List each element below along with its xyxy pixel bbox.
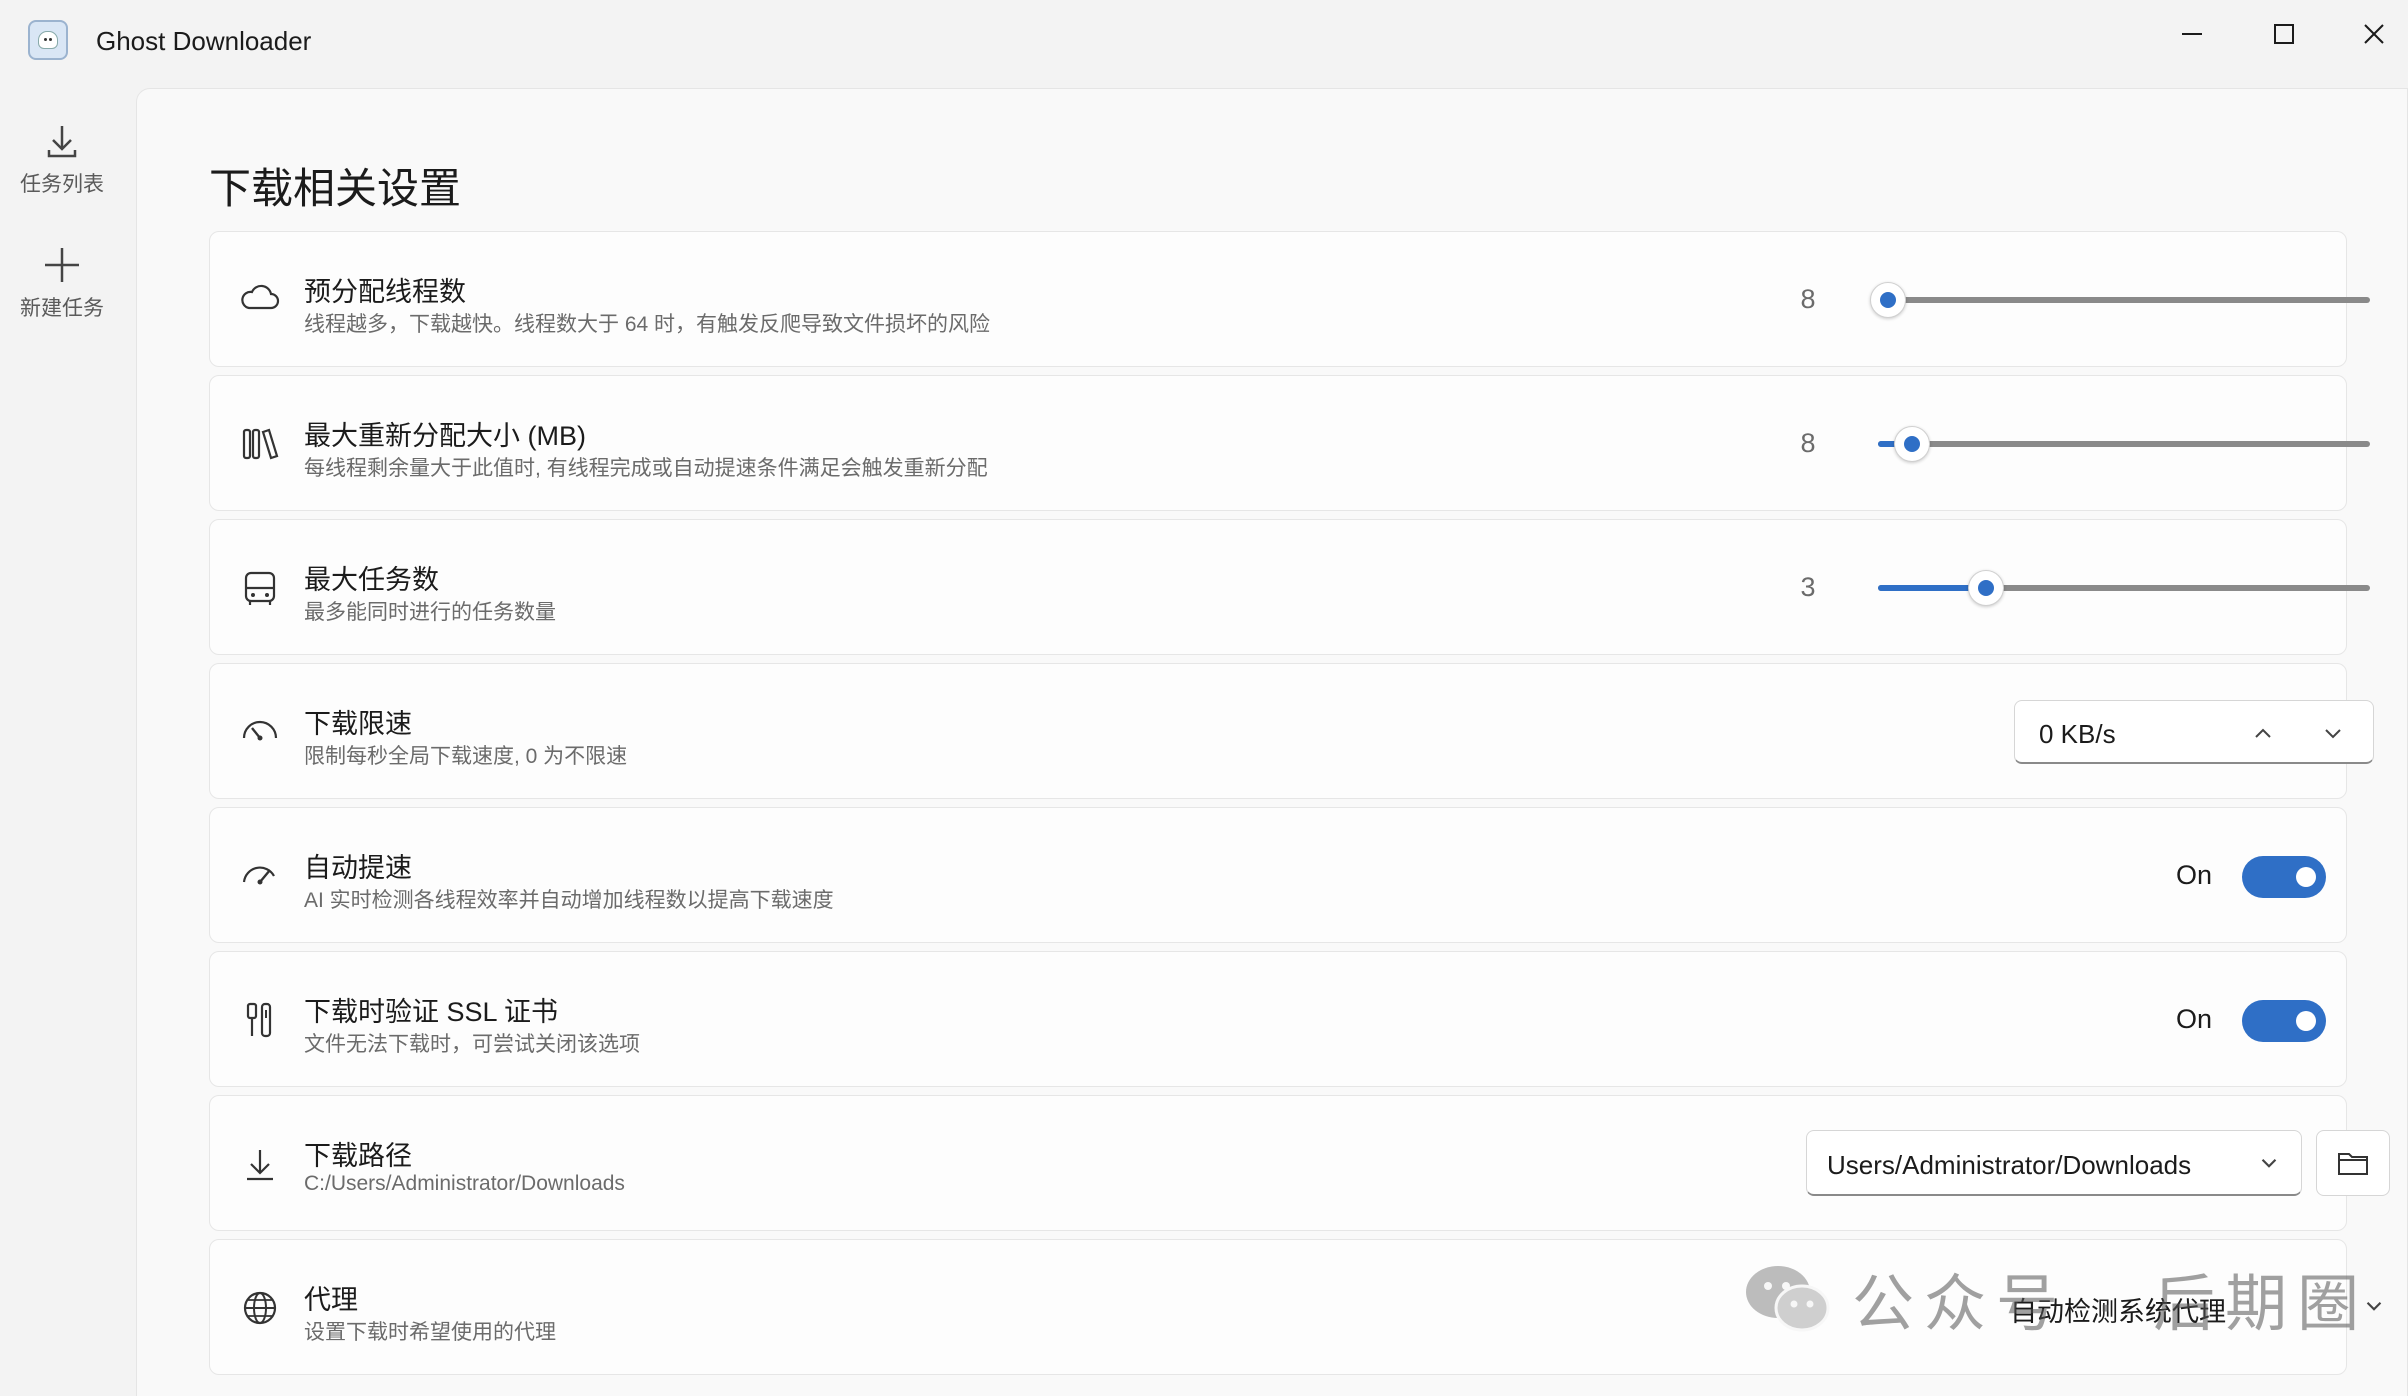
title-bar: Ghost Downloader — [0, 0, 2408, 80]
browse-folder-button[interactable] — [2316, 1130, 2390, 1196]
speed-up-icon — [236, 852, 284, 900]
minimize-button[interactable] — [2152, 6, 2232, 62]
page-title: 下载相关设置 — [209, 165, 462, 212]
setting-description: 限制每秒全局下载速度, 0 为不限速 — [304, 745, 628, 768]
cloud-icon — [236, 276, 284, 324]
decrement-button[interactable] — [2315, 715, 2351, 751]
bus-icon — [236, 564, 284, 612]
maximize-icon — [2274, 24, 2294, 44]
max-tasks-slider[interactable] — [1878, 570, 2370, 606]
toggle-state-label: On — [2176, 1004, 2213, 1034]
setting-title: 下载时验证 SSL 证书 — [304, 997, 559, 1027]
chevron-down-icon — [2261, 1159, 2277, 1168]
close-icon — [2364, 24, 2384, 44]
max-realloc-slider[interactable] — [1878, 426, 2370, 462]
wechat-icon — [1746, 1266, 1830, 1332]
settings-panel: 下载相关设置 预分配线程数 线程越多，下载越快。线程数大于 64 时，有触发反爬… — [136, 88, 2408, 1396]
increment-button[interactable] — [2245, 715, 2281, 751]
slider-thumb[interactable] — [1869, 282, 1906, 318]
close-button[interactable] — [2334, 6, 2408, 62]
ghost-app-icon — [28, 20, 68, 60]
chevron-down-icon — [2325, 729, 2341, 739]
toggle-state-label: On — [2176, 860, 2213, 890]
library-icon — [236, 420, 284, 468]
speedometer-icon — [236, 708, 284, 756]
download-icon — [47, 126, 77, 158]
sidebar-item-task-list[interactable]: 任务列表 — [0, 120, 124, 198]
slider-thumb[interactable] — [1968, 570, 2005, 606]
auto-speedup-toggle[interactable] — [2242, 856, 2326, 898]
window-title: Ghost Downloader — [96, 26, 312, 56]
download-path-value: Users/Administrator/Downloads — [1827, 1150, 2192, 1180]
speed-limit-spinbox[interactable]: 0 KB/s — [2014, 700, 2374, 764]
setting-card-pre-threads: 预分配线程数 线程越多，下载越快。线程数大于 64 时，有触发反爬导致文件损坏的… — [209, 231, 2370, 367]
speed-limit-value[interactable]: 0 KB/s — [2039, 719, 2116, 750]
download-icon — [236, 1140, 284, 1188]
setting-card-max-realloc: 最大重新分配大小 (MB) 每线程剩余量大于此值时, 有线程完成或自动提速条件满… — [209, 375, 2370, 511]
setting-card-auto-speedup: 自动提速 AI 实时检测各线程效率并自动增加线程数以提高下载速度 On — [209, 807, 2347, 943]
setting-description: 每线程剩余量大于此值时, 有线程完成或自动提速条件满足会触发重新分配 — [304, 457, 988, 480]
setting-description: C:/Users/Administrator/Downloads — [304, 1172, 625, 1195]
setting-card-speed-limit: 下载限速 限制每秒全局下载速度, 0 为不限速 0 KB/s — [209, 663, 2374, 799]
minimize-icon — [2182, 33, 2202, 35]
setting-card-download-path: 下载路径 C:/Users/Administrator/Downloads Us… — [209, 1095, 2390, 1231]
setting-title: 下载路径 — [304, 1141, 412, 1171]
slider-value: 8 — [1800, 428, 1816, 458]
ssl-verify-toggle[interactable] — [2242, 1000, 2326, 1042]
pre-threads-slider[interactable] — [1869, 282, 2370, 318]
setting-description: 最多能同时进行的任务数量 — [304, 601, 556, 624]
watermark-text: 公众号 · 后期圈 — [1852, 1270, 2370, 1339]
setting-card-ssl-verify: 下载时验证 SSL 证书 文件无法下载时，可尝试关闭该选项 On — [209, 951, 2347, 1087]
setting-description: 文件无法下载时，可尝试关闭该选项 — [304, 1033, 640, 1056]
setting-description: 设置下载时希望使用的代理 — [304, 1321, 556, 1344]
chevron-up-icon — [2255, 728, 2271, 738]
watermark: 公众号 · 后期圈 — [1740, 1258, 2369, 1339]
slider-value: 3 — [1800, 572, 1816, 602]
setting-title: 自动提速 — [304, 853, 412, 883]
slider-value: 8 — [1800, 284, 1816, 314]
setting-title: 预分配线程数 — [304, 277, 466, 307]
globe-icon — [236, 1284, 284, 1332]
plus-icon — [45, 248, 79, 282]
certificate-icon — [236, 996, 284, 1044]
setting-title: 最大重新分配大小 (MB) — [304, 421, 586, 451]
maximize-button[interactable] — [2244, 6, 2324, 62]
setting-title: 最大任务数 — [304, 565, 439, 595]
setting-description: AI 实时检测各线程效率并自动增加线程数以提高下载速度 — [304, 889, 834, 912]
sidebar-item-label: 新建任务 — [20, 297, 104, 320]
download-path-combobox[interactable]: Users/Administrator/Downloads — [1806, 1130, 2302, 1196]
setting-card-max-tasks: 最大任务数 最多能同时进行的任务数量 3 — [209, 519, 2370, 655]
sidebar-item-new-task[interactable]: 新建任务 — [0, 244, 124, 322]
setting-description: 线程越多，下载越快。线程数大于 64 时，有触发反爬导致文件损坏的风险 — [304, 313, 991, 336]
setting-title: 下载限速 — [304, 709, 412, 739]
setting-title: 代理 — [304, 1285, 358, 1315]
slider-thumb[interactable] — [1894, 426, 1931, 462]
folder-icon — [2338, 1153, 2368, 1175]
sidebar-item-label: 任务列表 — [20, 173, 104, 196]
